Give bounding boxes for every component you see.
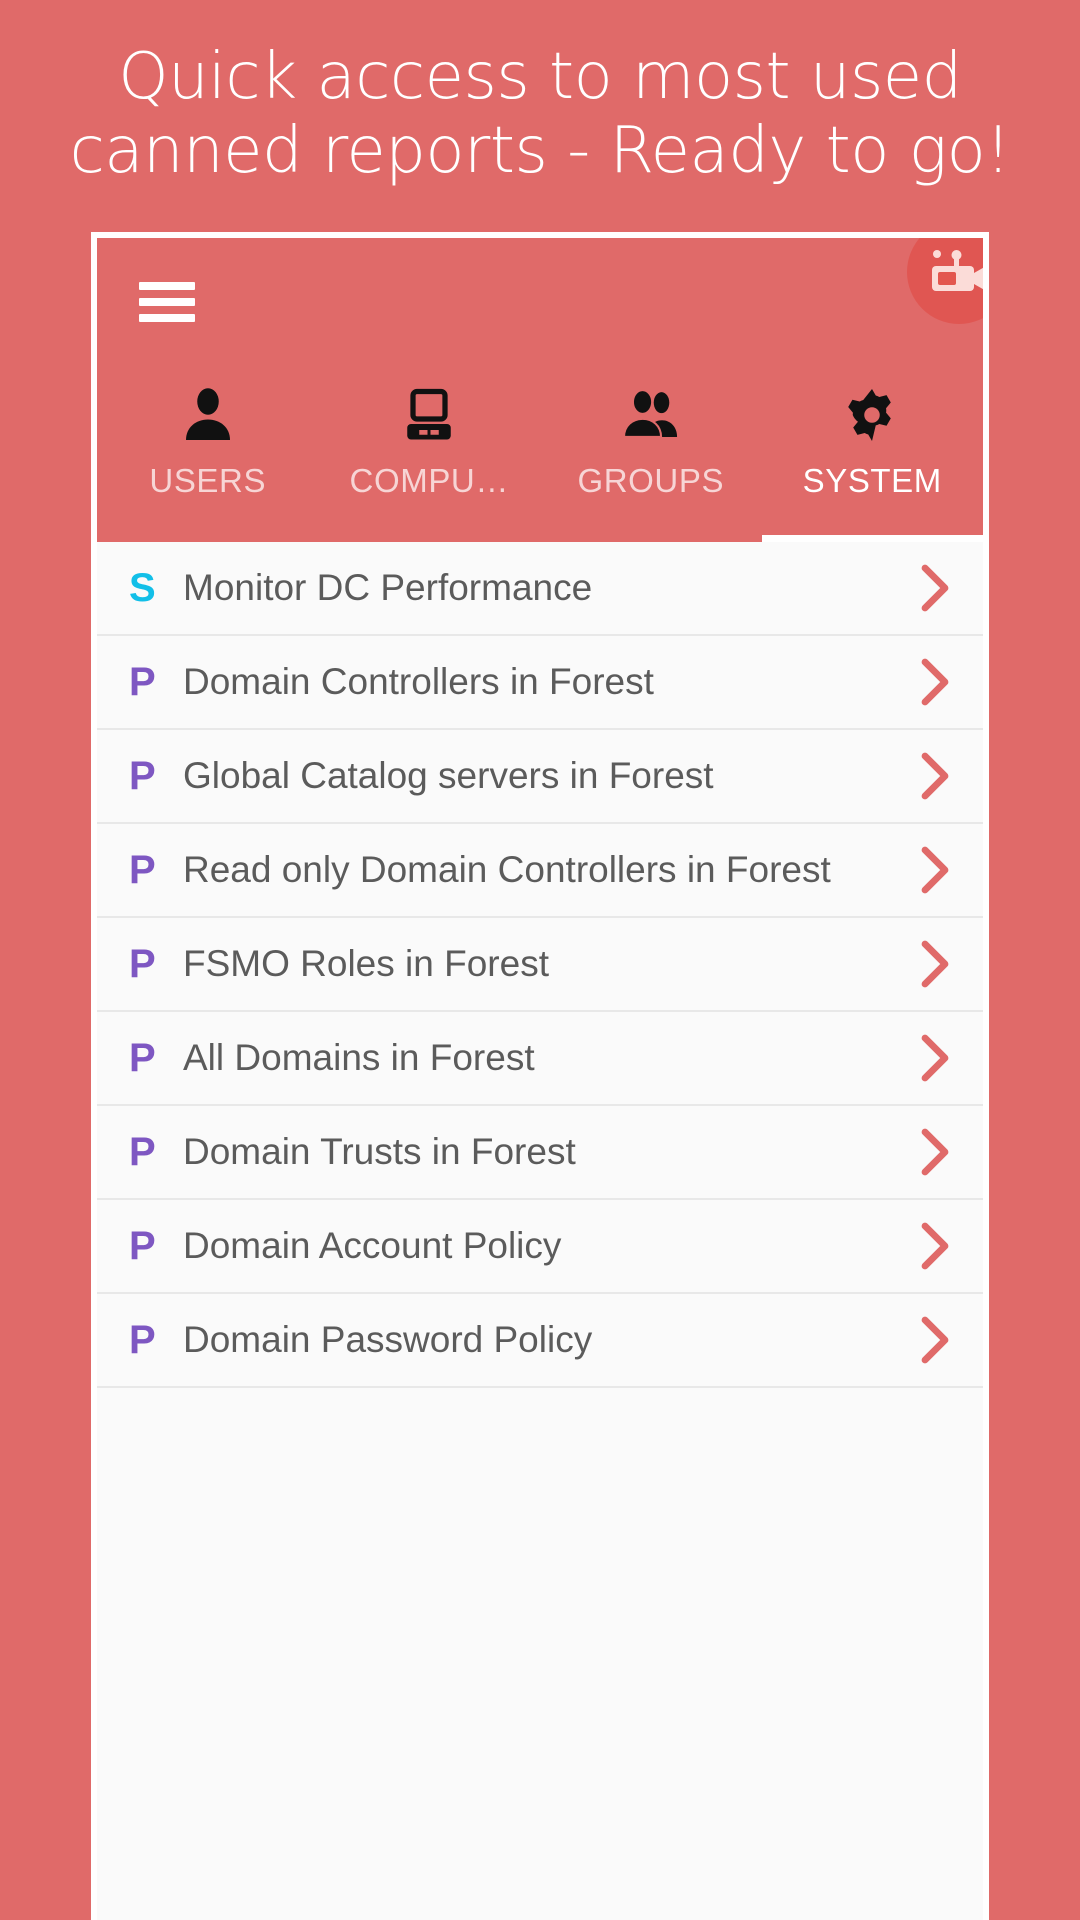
report-type-badge: P <box>129 1036 156 1080</box>
tab-bar: USERS COMPU… GROUPS SYSTEM <box>97 362 983 542</box>
report-type-badge: P <box>129 660 156 704</box>
report-type-badge: P <box>129 848 156 892</box>
chevron-right-icon[interactable] <box>887 560 983 616</box>
report-title: Domain Password Policy <box>183 1319 593 1360</box>
list-item[interactable]: P Domain Controllers in Forest <box>97 636 983 730</box>
gear-icon <box>842 384 902 446</box>
hamburger-menu-icon[interactable] <box>139 282 195 322</box>
report-title: Domain Controllers in Forest <box>183 661 654 702</box>
tab-groups-label: GROUPS <box>577 462 725 499</box>
tab-active-indicator <box>761 535 983 542</box>
tab-users[interactable]: USERS <box>97 362 319 542</box>
report-type-badge: P <box>129 1224 156 1268</box>
tab-groups[interactable]: GROUPS <box>540 362 762 542</box>
tab-system[interactable]: SYSTEM <box>761 362 983 542</box>
list-item[interactable]: P Domain Password Policy <box>97 1294 983 1388</box>
list-item[interactable]: P Read only Domain Controllers in Forest <box>97 824 983 918</box>
report-title: Domain Account Policy <box>183 1225 562 1266</box>
hamburger-bar-3 <box>139 314 195 322</box>
chevron-right-icon[interactable] <box>887 1312 983 1368</box>
hamburger-bar-2 <box>139 298 195 306</box>
tab-computers[interactable]: COMPU… <box>319 362 541 542</box>
hamburger-bar-1 <box>139 282 195 290</box>
list-item[interactable]: P Domain Trusts in Forest <box>97 1106 983 1200</box>
people-icon <box>619 384 683 446</box>
chevron-right-icon[interactable] <box>887 1030 983 1086</box>
promo-headline-line-2: canned reports - Ready to go! <box>69 114 1011 189</box>
report-title: All Domains in Forest <box>183 1037 535 1078</box>
report-title: Domain Trusts in Forest <box>183 1131 576 1172</box>
list-item[interactable]: P Domain Account Policy <box>97 1200 983 1294</box>
phone-frame: USERS COMPU… GROUPS SYSTEM S Monitor DC … <box>91 232 989 1920</box>
video-camera-icon[interactable] <box>907 238 983 324</box>
promo-headline-line-1: Quick access to most used <box>118 40 962 114</box>
report-type-badge: P <box>129 754 156 798</box>
computer-icon <box>399 384 459 446</box>
tab-computers-label: COMPU… <box>349 462 509 499</box>
report-title: Global Catalog servers in Forest <box>183 755 714 796</box>
chevron-right-icon[interactable] <box>887 748 983 804</box>
report-title: FSMO Roles in Forest <box>183 943 549 984</box>
chevron-right-icon[interactable] <box>887 936 983 992</box>
report-type-badge: S <box>129 566 156 610</box>
report-title: Read only Domain Controllers in Forest <box>183 849 831 890</box>
report-title: Monitor DC Performance <box>183 567 593 608</box>
report-type-badge: P <box>129 1130 156 1174</box>
list-item[interactable]: P FSMO Roles in Forest <box>97 918 983 1012</box>
report-list: S Monitor DC Performance P Domain Contro… <box>97 542 983 1920</box>
chevron-right-icon[interactable] <box>887 1124 983 1180</box>
list-item[interactable]: S Monitor DC Performance <box>97 542 983 636</box>
chevron-right-icon[interactable] <box>887 1218 983 1274</box>
app-bar <box>97 238 983 362</box>
report-type-badge: P <box>129 942 156 986</box>
chevron-right-icon[interactable] <box>887 654 983 710</box>
tab-system-label: SYSTEM <box>802 462 942 499</box>
person-icon <box>178 384 238 446</box>
chevron-right-icon[interactable] <box>887 842 983 898</box>
list-item[interactable]: P All Domains in Forest <box>97 1012 983 1106</box>
promo-banner: Quick access to most used canned reports… <box>0 0 1080 228</box>
tab-users-label: USERS <box>149 462 267 499</box>
report-type-badge: P <box>129 1318 156 1362</box>
list-item[interactable]: P Global Catalog servers in Forest <box>97 730 983 824</box>
